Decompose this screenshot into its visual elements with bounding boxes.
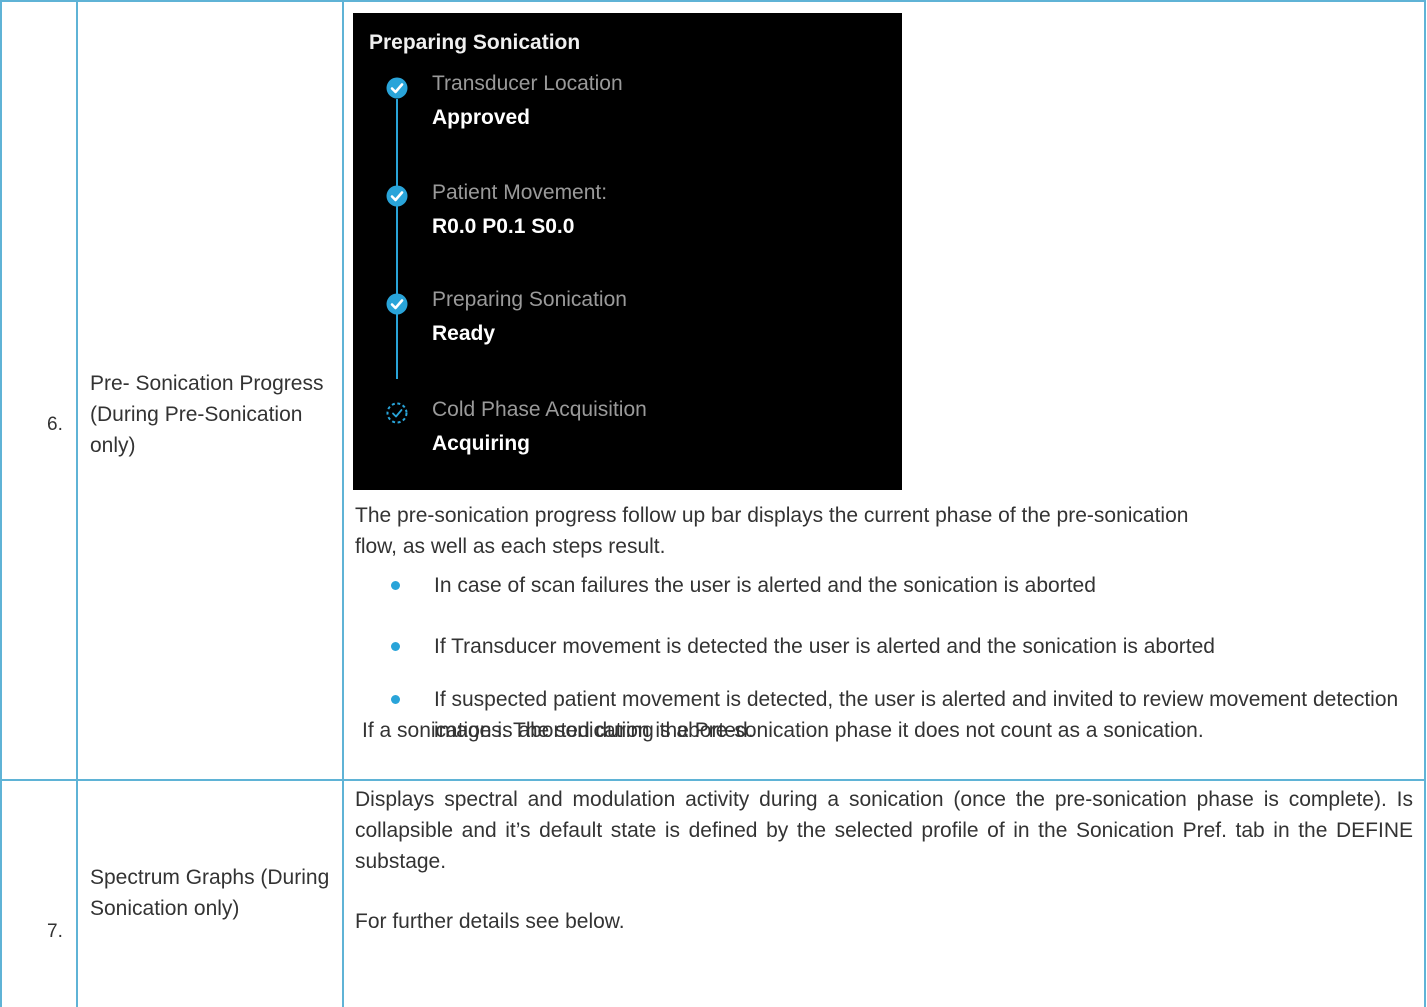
column-divider-title [342, 0, 344, 1007]
step-label: Cold Phase Acquisition [432, 398, 647, 421]
dashed-check-circle-icon [386, 402, 408, 424]
pre-sonication-progress-panel: Preparing Sonication Transducer Location… [353, 13, 902, 490]
row-title: Pre- Sonication Progress (During Pre-Son… [90, 372, 324, 457]
row-title: Spectrum Graphs (During Sonication only) [90, 866, 330, 920]
check-circle-icon [386, 185, 408, 207]
bullet-dot [391, 581, 400, 590]
check-circle-icon [386, 293, 408, 315]
check-circle-icon [386, 77, 408, 99]
step-value: Acquiring [432, 432, 530, 455]
step-value: Approved [432, 106, 531, 129]
column-divider-number [76, 0, 78, 1007]
row-divider [0, 779, 1426, 781]
row-note: For further details see below. [355, 910, 625, 933]
table-border-top [0, 0, 1426, 2]
row-number: 7. [47, 921, 63, 942]
bullet-dot [391, 695, 400, 704]
step-value: R0.0 P0.1 S0.0 [432, 215, 575, 238]
row-number: 6. [47, 414, 63, 435]
progress-connector [396, 99, 398, 379]
step-label: Transducer Location [432, 72, 623, 95]
list-item-text: If Transducer movement is detected the u… [434, 635, 1215, 658]
step-label: Preparing Sonication [432, 288, 627, 311]
step-value: Ready [432, 322, 496, 345]
list-item: If Transducer movement is detected the u… [387, 631, 1427, 662]
step-label: Patient Movement: [432, 181, 608, 204]
row-description: The pre-sonication progress follow up ba… [355, 504, 1189, 558]
row-note: If a sonication is aborted during the Pr… [362, 719, 1204, 742]
row-description: Displays spectral and modulation activit… [355, 788, 1413, 873]
bullet-dot [391, 642, 400, 651]
panel-title: Preparing Sonication [369, 31, 581, 54]
table-border-right [1424, 0, 1426, 1007]
table-border-left [0, 0, 2, 1007]
list-item: In case of scan failures the user is ale… [387, 570, 1427, 601]
list-item-text: In case of scan failures the user is ale… [434, 574, 1096, 597]
